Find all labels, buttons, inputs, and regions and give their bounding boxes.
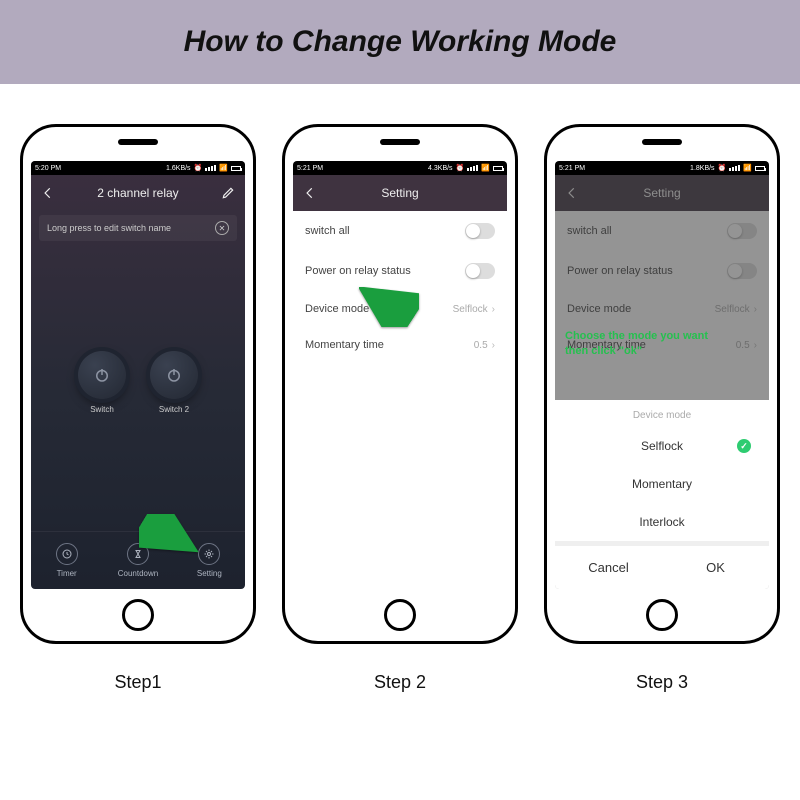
battery-icon xyxy=(231,166,241,171)
alarm-icon: ⏰ xyxy=(194,164,203,172)
status-bar: 5:21 PM 1.8KB/s ⏰ 📶 xyxy=(555,161,769,175)
screen-title: 2 channel relay xyxy=(55,186,221,200)
option-label: Selflock xyxy=(641,439,683,453)
wifi-icon: 📶 xyxy=(219,164,228,172)
switch-2-button[interactable]: Switch 2 xyxy=(150,351,198,414)
screen-3: 5:21 PM 1.8KB/s ⏰ 📶 Setting xyxy=(555,161,769,589)
power-icon xyxy=(150,351,198,399)
signal-icon xyxy=(467,165,478,171)
switch-row: Switch Switch 2 xyxy=(31,351,245,414)
tab-countdown-label: Countdown xyxy=(118,569,158,578)
step-label-2: Step 2 xyxy=(374,672,426,693)
status-time: 5:21 PM xyxy=(559,165,585,172)
screen-2: 5:21 PM 4.3KB/s ⏰ 📶 Setting xyxy=(293,161,507,589)
check-icon: ✓ xyxy=(737,439,751,453)
status-rate: 1.8KB/s xyxy=(690,165,715,172)
status-bar: 5:21 PM 4.3KB/s ⏰ 📶 xyxy=(293,161,507,175)
row-switch-all[interactable]: switch all xyxy=(293,211,507,251)
row-label: Power on relay status xyxy=(305,265,411,277)
gear-icon xyxy=(198,543,220,565)
battery-icon xyxy=(755,166,765,171)
alarm-icon: ⏰ xyxy=(718,164,727,172)
row-label: Device mode xyxy=(305,303,369,315)
signal-icon xyxy=(729,165,740,171)
step1-column: 5:20 PM 1.6KB/s ⏰ 📶 2 channel relay xyxy=(20,124,256,693)
page-title: How to Change Working Mode xyxy=(184,25,617,59)
step-label-3: Step 3 xyxy=(636,672,688,693)
hint-text: Long press to edit switch name xyxy=(47,223,171,233)
clock-icon xyxy=(56,543,78,565)
device-mode-sheet: Device mode Selflock ✓ Momentary Interlo… xyxy=(555,400,769,589)
row-power-on[interactable]: Power on relay status xyxy=(293,251,507,291)
row-label: Momentary time xyxy=(305,339,384,351)
row-value: 0.5 xyxy=(474,340,488,351)
switch-2-label: Switch 2 xyxy=(159,405,189,414)
chevron-right-icon: › xyxy=(492,340,495,351)
status-time: 5:21 PM xyxy=(297,165,323,172)
tab-timer[interactable]: Timer xyxy=(31,532,102,589)
phone-speaker xyxy=(642,139,682,145)
app-bar: 2 channel relay xyxy=(31,175,245,211)
phone-speaker xyxy=(118,139,158,145)
back-icon[interactable] xyxy=(41,186,55,200)
row-value: Selflock xyxy=(453,304,488,315)
toggle-power-on[interactable] xyxy=(465,263,495,279)
phone-frame-2: 5:21 PM 4.3KB/s ⏰ 📶 Setting xyxy=(282,124,518,644)
phone-frame-1: 5:20 PM 1.6KB/s ⏰ 📶 2 channel relay xyxy=(20,124,256,644)
status-rate: 1.6KB/s xyxy=(166,165,191,172)
row-device-mode[interactable]: Device mode Selflock › xyxy=(293,291,507,327)
row-momentary-time[interactable]: Momentary time 0.5 › xyxy=(293,327,507,363)
ok-button[interactable]: OK xyxy=(662,546,769,589)
phone-speaker xyxy=(380,139,420,145)
back-icon[interactable] xyxy=(303,186,317,200)
edit-icon[interactable] xyxy=(221,186,235,200)
option-label: Interlock xyxy=(639,515,684,529)
step-label-1: Step1 xyxy=(114,672,161,693)
option-momentary[interactable]: Momentary xyxy=(555,465,769,503)
chevron-right-icon: › xyxy=(492,304,495,315)
status-rate: 4.3KB/s xyxy=(428,165,453,172)
step2-column: 5:21 PM 4.3KB/s ⏰ 📶 Setting xyxy=(282,124,518,693)
annotation-text: Choose the mode you want then click "ok" xyxy=(565,329,708,359)
option-interlock[interactable]: Interlock xyxy=(555,503,769,541)
signal-icon xyxy=(205,165,216,171)
option-label: Momentary xyxy=(632,477,692,491)
hint-bar: Long press to edit switch name ✕ xyxy=(39,215,237,241)
close-icon[interactable]: ✕ xyxy=(215,221,229,235)
option-selflock[interactable]: Selflock ✓ xyxy=(555,427,769,465)
wifi-icon: 📶 xyxy=(481,164,490,172)
screen-1: 5:20 PM 1.6KB/s ⏰ 📶 2 channel relay xyxy=(31,161,245,589)
sheet-title: Device mode xyxy=(555,400,769,427)
hourglass-icon xyxy=(127,543,149,565)
wifi-icon: 📶 xyxy=(743,164,752,172)
switch-1-label: Switch xyxy=(90,405,114,414)
power-icon xyxy=(78,351,126,399)
tab-countdown[interactable]: Countdown xyxy=(102,532,173,589)
page-banner: How to Change Working Mode xyxy=(0,0,800,84)
row-label: switch all xyxy=(305,225,350,237)
toggle-switch-all[interactable] xyxy=(465,223,495,239)
phone-frame-3: 5:21 PM 1.8KB/s ⏰ 📶 Setting xyxy=(544,124,780,644)
screen-title: Setting xyxy=(317,186,483,200)
status-time: 5:20 PM xyxy=(35,165,61,172)
tab-setting-label: Setting xyxy=(197,569,222,578)
tab-setting[interactable]: Setting xyxy=(174,532,245,589)
app-bar: Setting xyxy=(293,175,507,211)
step3-column: 5:21 PM 1.8KB/s ⏰ 📶 Setting xyxy=(544,124,780,693)
home-button[interactable] xyxy=(646,599,678,631)
status-bar: 5:20 PM 1.6KB/s ⏰ 📶 xyxy=(31,161,245,175)
cancel-button[interactable]: Cancel xyxy=(555,546,662,589)
bottom-tabbar: Timer Countdown Setting xyxy=(31,531,245,589)
home-button[interactable] xyxy=(122,599,154,631)
home-button[interactable] xyxy=(384,599,416,631)
alarm-icon: ⏰ xyxy=(456,164,465,172)
switch-1-button[interactable]: Switch xyxy=(78,351,126,414)
battery-icon xyxy=(493,166,503,171)
tab-timer-label: Timer xyxy=(57,569,77,578)
